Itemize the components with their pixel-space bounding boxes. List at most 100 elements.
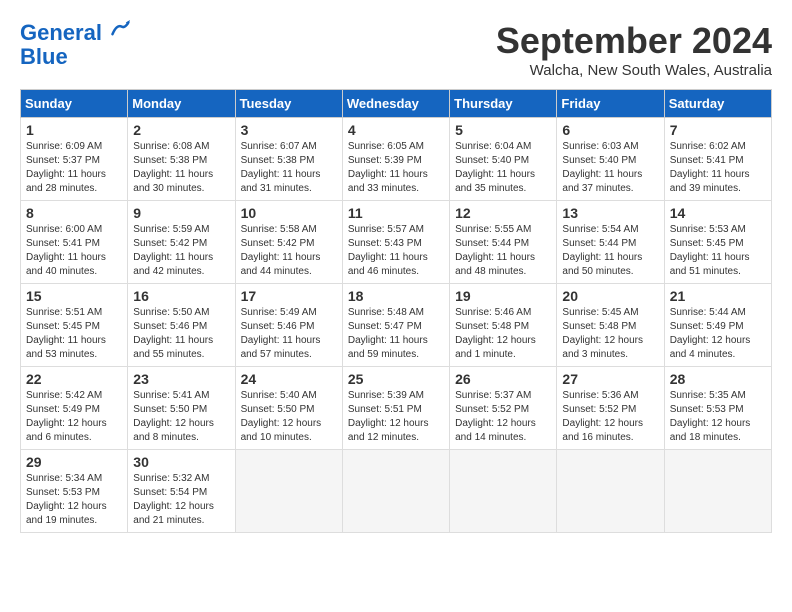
month-title: September 2024 xyxy=(496,20,772,62)
col-header-wednesday: Wednesday xyxy=(342,90,449,118)
daylight-label: Daylight: 11 hours and 33 minutes. xyxy=(348,169,428,194)
day-number: 2 xyxy=(133,122,229,138)
day-number: 26 xyxy=(455,371,551,387)
sunrise-label: Sunrise: 5:50 AM xyxy=(133,307,209,318)
daylight-label: Daylight: 12 hours and 4 minutes. xyxy=(670,335,751,360)
sunrise-label: Sunrise: 5:39 AM xyxy=(348,390,424,401)
logo: General Blue xyxy=(20,20,130,69)
calendar-week-5: 29 Sunrise: 5:34 AM Sunset: 5:53 PM Dayl… xyxy=(21,450,772,533)
calendar-cell xyxy=(664,450,771,533)
daylight-label: Daylight: 11 hours and 46 minutes. xyxy=(348,252,428,277)
daylight-label: Daylight: 11 hours and 37 minutes. xyxy=(562,169,642,194)
calendar-cell xyxy=(342,450,449,533)
sunset-label: Sunset: 5:40 PM xyxy=(562,155,636,166)
daylight-label: Daylight: 11 hours and 57 minutes. xyxy=(241,335,321,360)
calendar-cell: 22 Sunrise: 5:42 AM Sunset: 5:49 PM Dayl… xyxy=(21,367,128,450)
daylight-label: Daylight: 12 hours and 21 minutes. xyxy=(133,501,214,526)
sunset-label: Sunset: 5:54 PM xyxy=(133,487,207,498)
sunrise-label: Sunrise: 5:51 AM xyxy=(26,307,102,318)
day-info: Sunrise: 5:53 AM Sunset: 5:45 PM Dayligh… xyxy=(670,223,766,279)
day-info: Sunrise: 5:39 AM Sunset: 5:51 PM Dayligh… xyxy=(348,389,444,445)
sunset-label: Sunset: 5:41 PM xyxy=(670,155,744,166)
logo-text: General xyxy=(20,20,130,45)
calendar-cell: 7 Sunrise: 6:02 AM Sunset: 5:41 PM Dayli… xyxy=(664,118,771,201)
calendar-cell: 12 Sunrise: 5:55 AM Sunset: 5:44 PM Dayl… xyxy=(450,201,557,284)
calendar-cell xyxy=(235,450,342,533)
calendar-table: SundayMondayTuesdayWednesdayThursdayFrid… xyxy=(20,89,772,533)
daylight-label: Daylight: 11 hours and 51 minutes. xyxy=(670,252,750,277)
col-header-monday: Monday xyxy=(128,90,235,118)
day-info: Sunrise: 5:40 AM Sunset: 5:50 PM Dayligh… xyxy=(241,389,337,445)
sunset-label: Sunset: 5:42 PM xyxy=(133,238,207,249)
daylight-label: Daylight: 11 hours and 42 minutes. xyxy=(133,252,213,277)
sunset-label: Sunset: 5:53 PM xyxy=(670,404,744,415)
calendar-cell: 13 Sunrise: 5:54 AM Sunset: 5:44 PM Dayl… xyxy=(557,201,664,284)
day-info: Sunrise: 5:54 AM Sunset: 5:44 PM Dayligh… xyxy=(562,223,658,279)
day-number: 8 xyxy=(26,205,122,221)
calendar-cell: 25 Sunrise: 5:39 AM Sunset: 5:51 PM Dayl… xyxy=(342,367,449,450)
day-info: Sunrise: 6:08 AM Sunset: 5:38 PM Dayligh… xyxy=(133,140,229,196)
sunset-label: Sunset: 5:45 PM xyxy=(26,321,100,332)
sunrise-label: Sunrise: 5:41 AM xyxy=(133,390,209,401)
daylight-label: Daylight: 12 hours and 8 minutes. xyxy=(133,418,214,443)
daylight-label: Daylight: 12 hours and 12 minutes. xyxy=(348,418,429,443)
calendar-cell: 14 Sunrise: 5:53 AM Sunset: 5:45 PM Dayl… xyxy=(664,201,771,284)
day-number: 24 xyxy=(241,371,337,387)
day-info: Sunrise: 5:34 AM Sunset: 5:53 PM Dayligh… xyxy=(26,472,122,528)
sunset-label: Sunset: 5:52 PM xyxy=(455,404,529,415)
sunrise-label: Sunrise: 6:07 AM xyxy=(241,141,317,152)
calendar-cell xyxy=(557,450,664,533)
daylight-label: Daylight: 11 hours and 31 minutes. xyxy=(241,169,321,194)
daylight-label: Daylight: 12 hours and 18 minutes. xyxy=(670,418,751,443)
sunrise-label: Sunrise: 5:32 AM xyxy=(133,473,209,484)
day-number: 29 xyxy=(26,454,122,470)
day-info: Sunrise: 6:03 AM Sunset: 5:40 PM Dayligh… xyxy=(562,140,658,196)
day-number: 16 xyxy=(133,288,229,304)
sunrise-label: Sunrise: 5:37 AM xyxy=(455,390,531,401)
calendar-cell: 21 Sunrise: 5:44 AM Sunset: 5:49 PM Dayl… xyxy=(664,284,771,367)
daylight-label: Daylight: 12 hours and 1 minute. xyxy=(455,335,536,360)
day-info: Sunrise: 6:02 AM Sunset: 5:41 PM Dayligh… xyxy=(670,140,766,196)
calendar-cell: 20 Sunrise: 5:45 AM Sunset: 5:48 PM Dayl… xyxy=(557,284,664,367)
sunrise-label: Sunrise: 5:34 AM xyxy=(26,473,102,484)
logo-subtext: Blue xyxy=(20,45,130,69)
day-info: Sunrise: 5:57 AM Sunset: 5:43 PM Dayligh… xyxy=(348,223,444,279)
header-row: SundayMondayTuesdayWednesdayThursdayFrid… xyxy=(21,90,772,118)
day-number: 1 xyxy=(26,122,122,138)
daylight-label: Daylight: 11 hours and 30 minutes. xyxy=(133,169,213,194)
calendar-cell: 5 Sunrise: 6:04 AM Sunset: 5:40 PM Dayli… xyxy=(450,118,557,201)
day-number: 22 xyxy=(26,371,122,387)
sunset-label: Sunset: 5:37 PM xyxy=(26,155,100,166)
daylight-label: Daylight: 12 hours and 6 minutes. xyxy=(26,418,107,443)
sunset-label: Sunset: 5:52 PM xyxy=(562,404,636,415)
day-number: 25 xyxy=(348,371,444,387)
day-number: 20 xyxy=(562,288,658,304)
day-info: Sunrise: 5:50 AM Sunset: 5:46 PM Dayligh… xyxy=(133,306,229,362)
calendar-cell: 18 Sunrise: 5:48 AM Sunset: 5:47 PM Dayl… xyxy=(342,284,449,367)
day-number: 13 xyxy=(562,205,658,221)
day-info: Sunrise: 5:35 AM Sunset: 5:53 PM Dayligh… xyxy=(670,389,766,445)
day-number: 14 xyxy=(670,205,766,221)
daylight-label: Daylight: 11 hours and 59 minutes. xyxy=(348,335,428,360)
daylight-label: Daylight: 11 hours and 44 minutes. xyxy=(241,252,321,277)
sunset-label: Sunset: 5:49 PM xyxy=(670,321,744,332)
calendar-cell: 23 Sunrise: 5:41 AM Sunset: 5:50 PM Dayl… xyxy=(128,367,235,450)
day-number: 30 xyxy=(133,454,229,470)
day-info: Sunrise: 6:00 AM Sunset: 5:41 PM Dayligh… xyxy=(26,223,122,279)
calendar-cell: 10 Sunrise: 5:58 AM Sunset: 5:42 PM Dayl… xyxy=(235,201,342,284)
day-info: Sunrise: 5:49 AM Sunset: 5:46 PM Dayligh… xyxy=(241,306,337,362)
daylight-label: Daylight: 12 hours and 3 minutes. xyxy=(562,335,643,360)
calendar-cell: 2 Sunrise: 6:08 AM Sunset: 5:38 PM Dayli… xyxy=(128,118,235,201)
day-info: Sunrise: 5:45 AM Sunset: 5:48 PM Dayligh… xyxy=(562,306,658,362)
sunrise-label: Sunrise: 5:59 AM xyxy=(133,224,209,235)
calendar-cell: 15 Sunrise: 5:51 AM Sunset: 5:45 PM Dayl… xyxy=(21,284,128,367)
daylight-label: Daylight: 11 hours and 48 minutes. xyxy=(455,252,535,277)
sunrise-label: Sunrise: 5:53 AM xyxy=(670,224,746,235)
sunrise-label: Sunrise: 5:55 AM xyxy=(455,224,531,235)
sunrise-label: Sunrise: 6:08 AM xyxy=(133,141,209,152)
day-info: Sunrise: 5:58 AM Sunset: 5:42 PM Dayligh… xyxy=(241,223,337,279)
day-number: 5 xyxy=(455,122,551,138)
day-info: Sunrise: 5:32 AM Sunset: 5:54 PM Dayligh… xyxy=(133,472,229,528)
sunrise-label: Sunrise: 6:09 AM xyxy=(26,141,102,152)
day-number: 15 xyxy=(26,288,122,304)
